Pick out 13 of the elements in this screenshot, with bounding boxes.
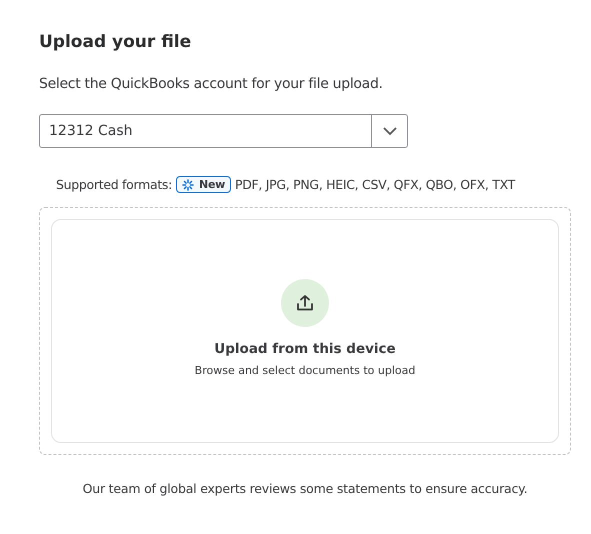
upload-title: Upload from this device (214, 341, 396, 357)
sparkle-icon (182, 178, 194, 190)
account-dropdown[interactable]: 12312 Cash (39, 114, 408, 148)
upload-icon (281, 279, 329, 327)
new-badge: New (176, 176, 231, 193)
footer-note: Our team of global experts reviews some statements to ensure accuracy. (82, 481, 528, 496)
upload-subtitle: Browse and select documents to upload (194, 364, 416, 377)
upload-area[interactable]: Upload from this device Browse and select documents to upload (51, 219, 559, 443)
formats-list: PDF, JPG, PNG, HEIC, CSV, QFX, QBO, OFX, TXT (234, 177, 515, 192)
formats-label: Supported formats: (56, 177, 172, 192)
instruction-text: Select the QuickBooks account for your file upload. (39, 76, 384, 92)
chevron-down-icon (382, 126, 396, 136)
heading: Upload your file (39, 32, 192, 52)
